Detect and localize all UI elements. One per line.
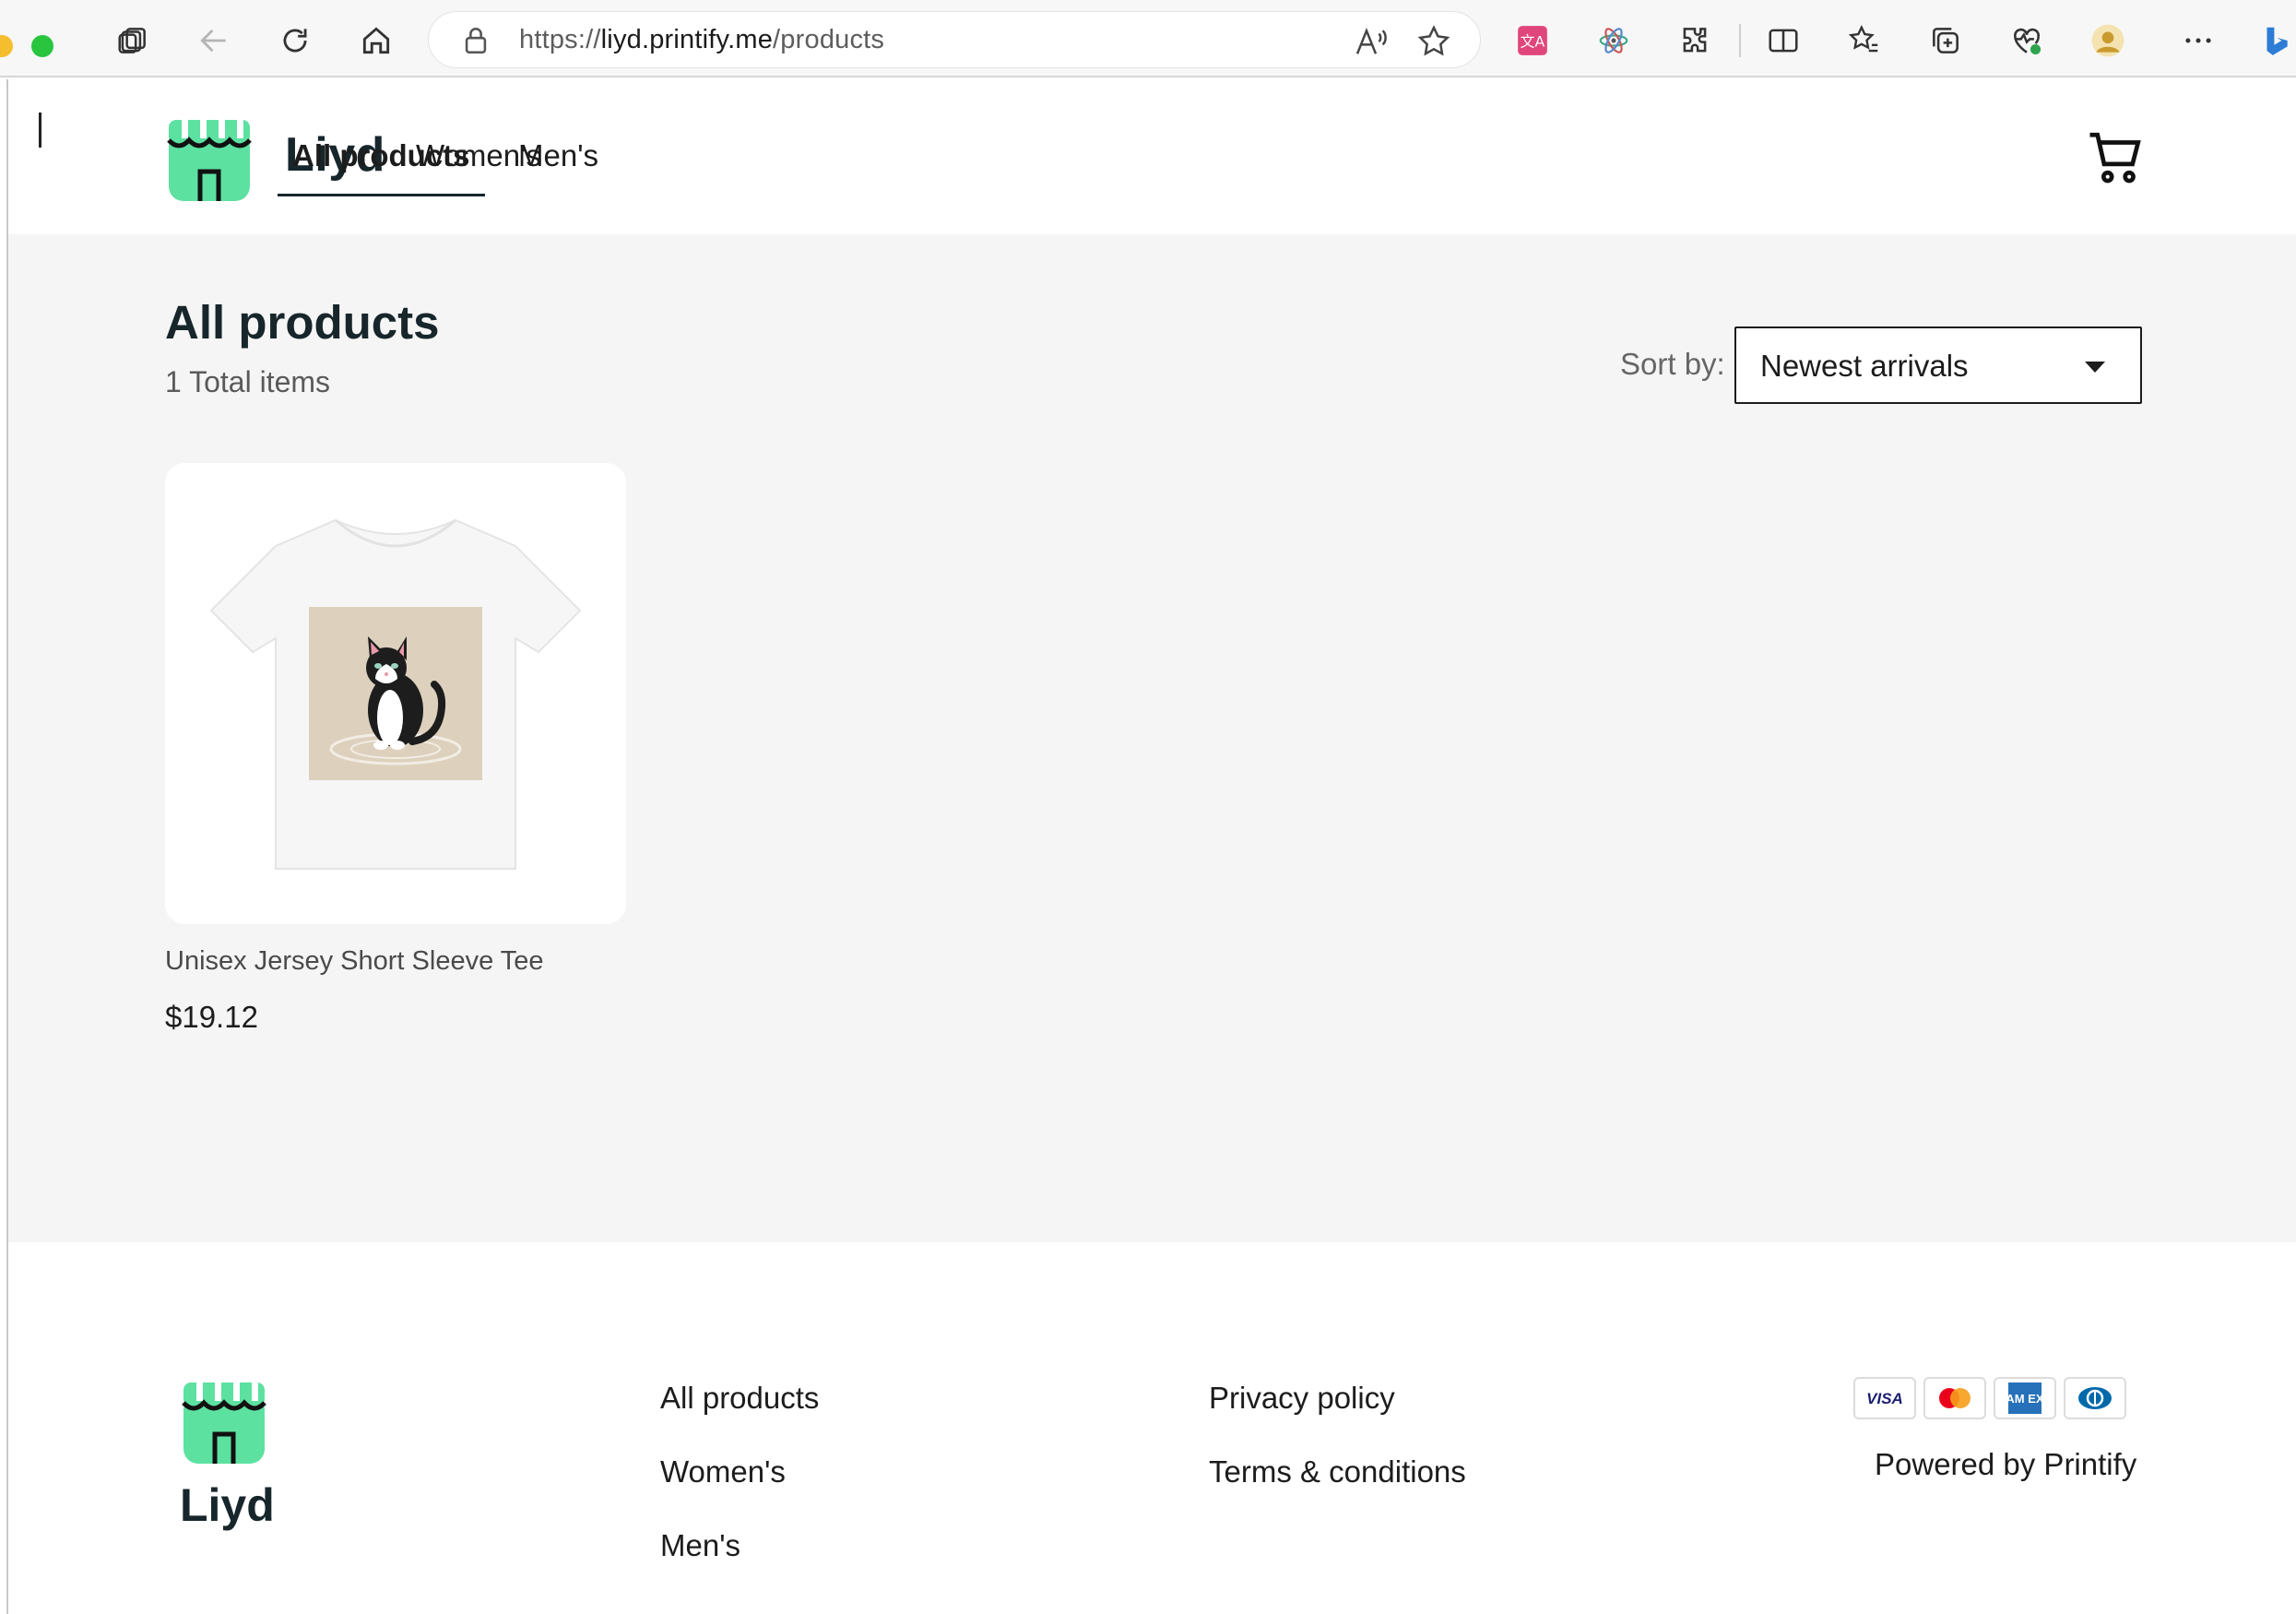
text-cursor <box>39 113 41 148</box>
more-options-icon[interactable] <box>2176 18 2220 63</box>
shopping-cart-icon[interactable] <box>2085 127 2146 188</box>
powered-by-printify[interactable]: Powered by Printify <box>1875 1447 2136 1482</box>
read-aloud-icon[interactable] <box>1353 23 1390 60</box>
minimize-window-button[interactable] <box>0 35 13 57</box>
extensions-puzzle-icon[interactable] <box>1673 18 1717 63</box>
tab-actions-icon[interactable] <box>111 18 155 63</box>
product-name[interactable]: Unisex Jersey Short Sleeve Tee <box>165 946 544 977</box>
site-footer: Liyd All products Women's Men's Privacy … <box>8 1242 2296 1614</box>
page-title: All products <box>165 296 440 349</box>
footer-link-womens[interactable]: Women's <box>660 1454 786 1489</box>
lock-icon[interactable] <box>460 25 491 56</box>
browser-essentials-icon[interactable] <box>2005 18 2049 63</box>
address-bar[interactable]: https://liyd.printify.me/products <box>428 11 1481 68</box>
profile-avatar-icon[interactable] <box>2086 18 2130 63</box>
tshirt-product-image <box>165 463 626 924</box>
home-icon[interactable] <box>354 18 398 63</box>
product-card-image[interactable] <box>165 463 626 924</box>
split-screen-icon[interactable] <box>1761 18 1805 63</box>
web-page: Liyd All products Women's Men's All prod… <box>6 79 2296 1614</box>
visa-icon: VISA <box>1853 1377 1916 1419</box>
svg-text:AM EX: AM EX <box>2006 1392 2044 1406</box>
footer-link-terms[interactable]: Terms & conditions <box>1209 1454 1466 1489</box>
footer-link-mens[interactable]: Men's <box>660 1528 740 1563</box>
favorite-star-icon[interactable] <box>1415 23 1452 60</box>
url-text[interactable]: https://liyd.printify.me/products <box>519 25 884 55</box>
atom-extension-icon[interactable] <box>1592 18 1636 63</box>
footer-store-logo-icon[interactable] <box>180 1379 268 1467</box>
footer-link-privacy-policy[interactable]: Privacy policy <box>1209 1381 1395 1416</box>
amex-icon: AM EX <box>1994 1377 2056 1419</box>
mastercard-icon <box>1923 1377 1986 1419</box>
zoom-window-button[interactable] <box>31 35 53 57</box>
site-header: Liyd All products Women's Men's <box>8 79 2296 234</box>
footer-link-all-products[interactable]: All products <box>660 1381 819 1416</box>
dropdown-caret-icon <box>2085 362 2105 373</box>
footer-store-name[interactable]: Liyd <box>180 1478 275 1532</box>
translate-extension-icon[interactable]: 文A <box>1510 18 1555 63</box>
refresh-icon[interactable] <box>273 18 317 63</box>
collections-icon[interactable] <box>1923 18 1968 63</box>
nav-mens[interactable]: Men's <box>518 138 598 194</box>
sort-label: Sort by: <box>1620 347 1725 381</box>
copilot-icon[interactable] <box>2254 18 2296 63</box>
product-price: $19.12 <box>165 1000 258 1034</box>
sort-select[interactable]: Newest arrivals <box>1734 326 2142 404</box>
total-items-count: 1 Total items <box>165 365 331 398</box>
back-arrow-icon[interactable] <box>192 18 236 63</box>
favorites-icon[interactable] <box>1842 18 1887 63</box>
svg-text:VISA: VISA <box>1866 1390 1903 1407</box>
browser-toolbar: https://liyd.printify.me/products 文A <box>0 0 2296 77</box>
svg-text:文A: 文A <box>1521 32 1545 50</box>
products-section: All products 1 Total items Sort by: Newe… <box>8 234 2296 1242</box>
toolbar-divider <box>1739 24 1741 57</box>
store-logo-icon[interactable] <box>165 116 254 205</box>
diners-icon <box>2064 1377 2126 1419</box>
sort-selected-value: Newest arrivals <box>1760 349 1969 383</box>
